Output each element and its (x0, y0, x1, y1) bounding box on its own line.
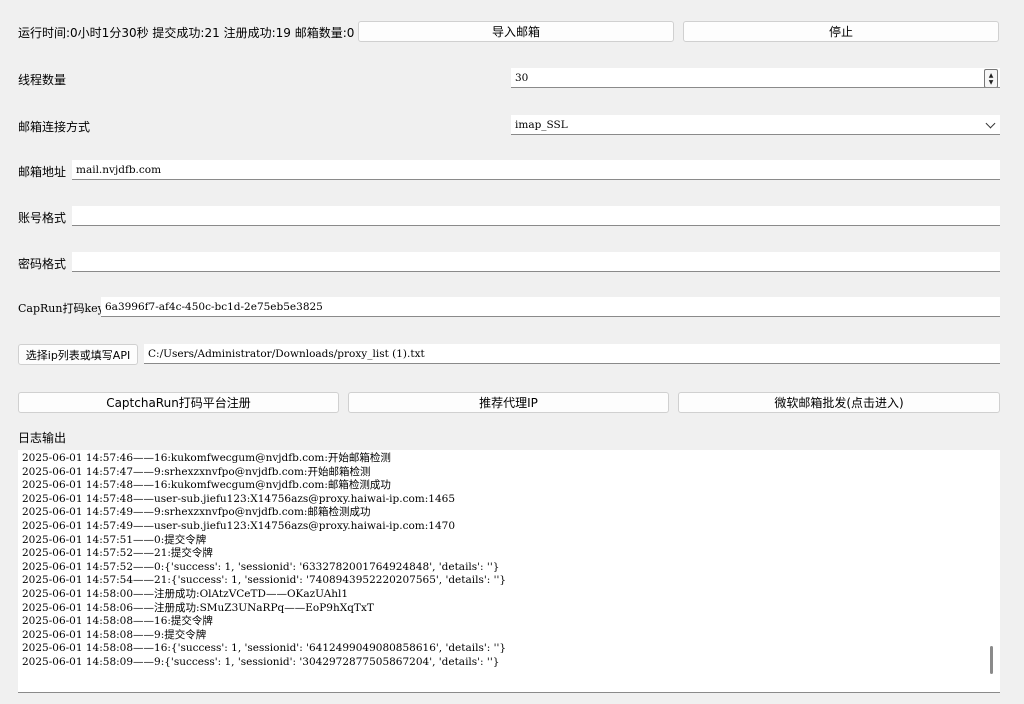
log-line: 2025-06-01 14:57:47——9:srhexzxnvfpo@nvjd… (22, 465, 371, 478)
log-line: 2025-06-01 14:57:51——0:提交令牌 (22, 533, 207, 546)
threads-spinbox[interactable]: 30 ▲ ▼ (511, 68, 1000, 88)
select-ip-button[interactable]: 选择ip列表或填写API (18, 344, 138, 365)
log-title: 日志输出 (18, 431, 67, 445)
log-line: 2025-06-01 14:57:48——user-sub.jiefu123:X… (22, 492, 456, 505)
log-line: 2025-06-01 14:57:46——16:kukomfwecgum@nvj… (22, 452, 391, 464)
log-line: 2025-06-01 14:58:09——9:{'success': 1, 's… (22, 655, 500, 668)
conn-select[interactable]: imap_SSL (511, 115, 1000, 135)
status-bar: 运行时间:0小时1分30秒 提交成功:21 注册成功:19 邮箱数量:0 (18, 24, 354, 41)
log-line: 2025-06-01 14:57:49——9:srhexzxnvfpo@nvjd… (22, 506, 371, 519)
address-label: 邮箱地址 (18, 165, 67, 179)
threads-value: 30 (515, 72, 529, 84)
password-format-input[interactable] (72, 252, 1000, 272)
ms-mail-bulk-button[interactable]: 微软邮箱批发(点击进入) (678, 392, 1000, 413)
log-scrollbar[interactable] (984, 450, 1000, 692)
registered-count: 注册成功:19 (223, 26, 291, 40)
threads-label: 线程数量 (18, 73, 67, 87)
log-line: 2025-06-01 14:57:54——21:{'success': 1, '… (22, 574, 507, 587)
mailbox-count: 邮箱数量:0 (294, 26, 355, 40)
scroll-thumb[interactable] (990, 646, 993, 674)
submitted-count: 提交成功:21 (152, 26, 220, 40)
log-line: 2025-06-01 14:57:52——0:{'success': 1, 's… (22, 560, 500, 573)
capkey-label: CapRun打码key (18, 302, 104, 315)
account-label: 账号格式 (18, 211, 67, 225)
address-input[interactable]: mail.nvjdfb.com (72, 160, 1000, 180)
captcha-register-button[interactable]: CaptchaRun打码平台注册 (18, 392, 339, 413)
conn-value: imap_SSL (515, 119, 568, 131)
import-mail-button[interactable]: 导入邮箱 (358, 21, 674, 42)
log-line: 2025-06-01 14:58:08——16:{'success': 1, '… (22, 642, 507, 655)
log-line: 2025-06-01 14:57:48——16:kukomfwecgum@nvj… (22, 479, 391, 492)
recommend-proxy-button[interactable]: 推荐代理IP (348, 392, 669, 413)
divider (18, 692, 1000, 693)
log-line: 2025-06-01 14:57:49——user-sub.jiefu123:X… (22, 519, 456, 532)
log-line: 2025-06-01 14:58:06——注册成功:SMuZ3UNaRPq——E… (22, 601, 374, 614)
runtime-text: 运行时间:0小时1分30秒 (18, 26, 149, 40)
log-line: 2025-06-01 14:58:08——16:提交令牌 (22, 615, 213, 628)
log-output[interactable]: 2025-06-01 14:57:46——16:kukomfwecgum@nvj… (18, 450, 984, 692)
chevron-down-icon (985, 118, 996, 129)
account-format-input[interactable] (72, 206, 1000, 226)
log-line: 2025-06-01 14:58:08——9:提交令牌 (22, 628, 207, 641)
spin-arrows-icon[interactable]: ▲ ▼ (984, 69, 998, 87)
capkey-input[interactable]: 6a3996f7-af4c-450c-bc1d-2e75eb5e3825 (101, 297, 1000, 317)
stop-button[interactable]: 停止 (683, 21, 999, 42)
password-label: 密码格式 (18, 257, 67, 271)
log-line: 2025-06-01 14:58:00——注册成功:OlAtzVCeTD——OK… (22, 587, 349, 600)
ip-path-input[interactable]: C:/Users/Administrator/Downloads/proxy_l… (144, 344, 1000, 364)
conn-label: 邮箱连接方式 (18, 120, 91, 134)
log-line: 2025-06-01 14:57:52——21:提交令牌 (22, 547, 213, 560)
